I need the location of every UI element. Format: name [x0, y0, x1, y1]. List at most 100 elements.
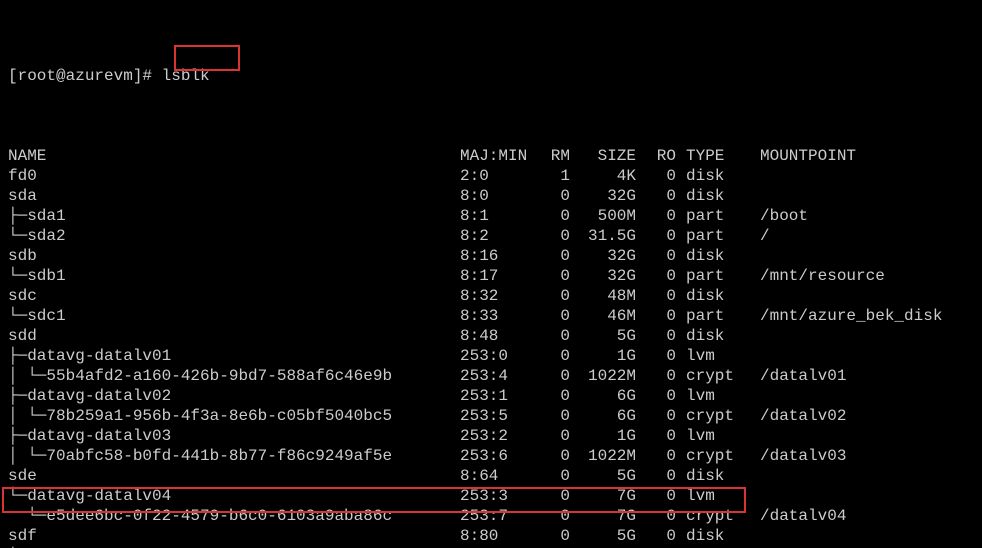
cell-majmin: 253:7	[460, 506, 530, 526]
cell-name: sdd	[8, 326, 460, 346]
cell-mountpoint	[746, 526, 942, 546]
cell-size: 7G	[570, 486, 636, 506]
cell-size: 31.5G	[570, 226, 636, 246]
cell-type: part	[676, 206, 746, 226]
cell-ro: 0	[636, 266, 676, 286]
cell-name: └─sdc1	[8, 306, 460, 326]
table-row: sdf8:8005G0disk	[8, 526, 942, 546]
table-row: │ └─78b259a1-956b-4f3a-8e6b-c05bf5040bc5…	[8, 406, 942, 426]
cell-ro: 0	[636, 246, 676, 266]
cell-type: crypt	[676, 366, 746, 386]
table-row: └─sdb18:17032G0part/mnt/resource	[8, 266, 942, 286]
cell-rm: 0	[530, 406, 570, 426]
cell-type: lvm	[676, 386, 746, 406]
table-row: sdb8:16032G0disk	[8, 246, 942, 266]
table-row: └─e5dee6bc-0f22-4579-b6c0-6103a9aba86c25…	[8, 506, 942, 526]
cell-ro: 0	[636, 426, 676, 446]
cell-rm: 0	[530, 286, 570, 306]
cell-ro: 0	[636, 166, 676, 186]
command-text: lsblk	[162, 67, 210, 85]
col-type: TYPE	[676, 146, 746, 166]
cell-name: └─sdb1	[8, 266, 460, 286]
cell-majmin: 253:5	[460, 406, 530, 426]
cell-mountpoint	[746, 186, 942, 206]
cell-majmin: 253:3	[460, 486, 530, 506]
cell-ro: 0	[636, 466, 676, 486]
cell-name: └─datavg-datalv04	[8, 486, 460, 506]
col-mountpoint: MOUNTPOINT	[746, 146, 942, 166]
cell-type: part	[676, 266, 746, 286]
cell-ro: 0	[636, 446, 676, 466]
cell-majmin: 8:32	[460, 286, 530, 306]
cell-ro: 0	[636, 306, 676, 326]
cell-mountpoint	[746, 286, 942, 306]
table-row: └─sdc18:33046M0part/mnt/azure_bek_disk	[8, 306, 942, 326]
cell-ro: 0	[636, 206, 676, 226]
cell-type: lvm	[676, 346, 746, 366]
cell-mountpoint: /datalv02	[746, 406, 942, 426]
cell-size: 7G	[570, 506, 636, 526]
cell-size: 46M	[570, 306, 636, 326]
cell-majmin: 8:16	[460, 246, 530, 266]
cell-name: │ └─55b4afd2-a160-426b-9bd7-588af6c46e9b	[8, 366, 460, 386]
cell-type: disk	[676, 286, 746, 306]
cell-size: 5G	[570, 326, 636, 346]
cell-majmin: 8:48	[460, 326, 530, 346]
cell-name: sdf	[8, 526, 460, 546]
cell-rm: 0	[530, 306, 570, 326]
cell-ro: 0	[636, 286, 676, 306]
cell-name: fd0	[8, 166, 460, 186]
cell-ro: 0	[636, 326, 676, 346]
table-row: sdd8:4805G0disk	[8, 326, 942, 346]
cell-mountpoint: /boot	[746, 206, 942, 226]
cell-majmin: 8:2	[460, 226, 530, 246]
cell-size: 32G	[570, 246, 636, 266]
cell-ro: 0	[636, 506, 676, 526]
cell-size: 32G	[570, 186, 636, 206]
cell-majmin: 8:0	[460, 186, 530, 206]
cell-size: 6G	[570, 406, 636, 426]
table-row: sdc8:32048M0disk	[8, 286, 942, 306]
col-size: SIZE	[570, 146, 636, 166]
cell-rm: 0	[530, 446, 570, 466]
prompt-text: [root@azurevm]#	[8, 67, 152, 85]
cell-mountpoint	[746, 166, 942, 186]
cell-name: sdb	[8, 246, 460, 266]
cell-name: sdc	[8, 286, 460, 306]
cell-majmin: 253:1	[460, 386, 530, 406]
cell-size: 5G	[570, 466, 636, 486]
cell-ro: 0	[636, 186, 676, 206]
cell-rm: 0	[530, 386, 570, 406]
cell-rm: 0	[530, 506, 570, 526]
cell-mountpoint	[746, 466, 942, 486]
cell-size: 1G	[570, 346, 636, 366]
cell-mountpoint	[746, 246, 942, 266]
cell-majmin: 8:17	[460, 266, 530, 286]
prompt-line[interactable]: [root@azurevm]# lsblk	[8, 46, 974, 106]
cell-size: 1G	[570, 426, 636, 446]
cell-type: disk	[676, 326, 746, 346]
cell-size: 6G	[570, 386, 636, 406]
cell-type: part	[676, 306, 746, 326]
cell-type: disk	[676, 526, 746, 546]
table-row: └─sda28:2031.5G0part/	[8, 226, 942, 246]
table-row: └─datavg-datalv04253:307G0lvm	[8, 486, 942, 506]
cell-size: 500M	[570, 206, 636, 226]
cell-mountpoint	[746, 326, 942, 346]
cell-mountpoint	[746, 386, 942, 406]
cell-size: 32G	[570, 266, 636, 286]
cell-ro: 0	[636, 526, 676, 546]
table-row: ├─datavg-datalv03253:201G0lvm	[8, 426, 942, 446]
cell-name: sda	[8, 186, 460, 206]
table-row: sda8:0032G0disk	[8, 186, 942, 206]
table-header: NAME MAJ:MIN RM SIZE RO TYPE MOUNTPOINT	[8, 146, 942, 166]
cell-ro: 0	[636, 226, 676, 246]
table-row: │ └─55b4afd2-a160-426b-9bd7-588af6c46e9b…	[8, 366, 942, 386]
cell-rm: 1	[530, 166, 570, 186]
cell-size: 4K	[570, 166, 636, 186]
cell-size: 1022M	[570, 366, 636, 386]
cell-rm: 0	[530, 246, 570, 266]
cell-majmin: 8:1	[460, 206, 530, 226]
cell-name: ├─sda1	[8, 206, 460, 226]
table-row: fd02:014K0disk	[8, 166, 942, 186]
